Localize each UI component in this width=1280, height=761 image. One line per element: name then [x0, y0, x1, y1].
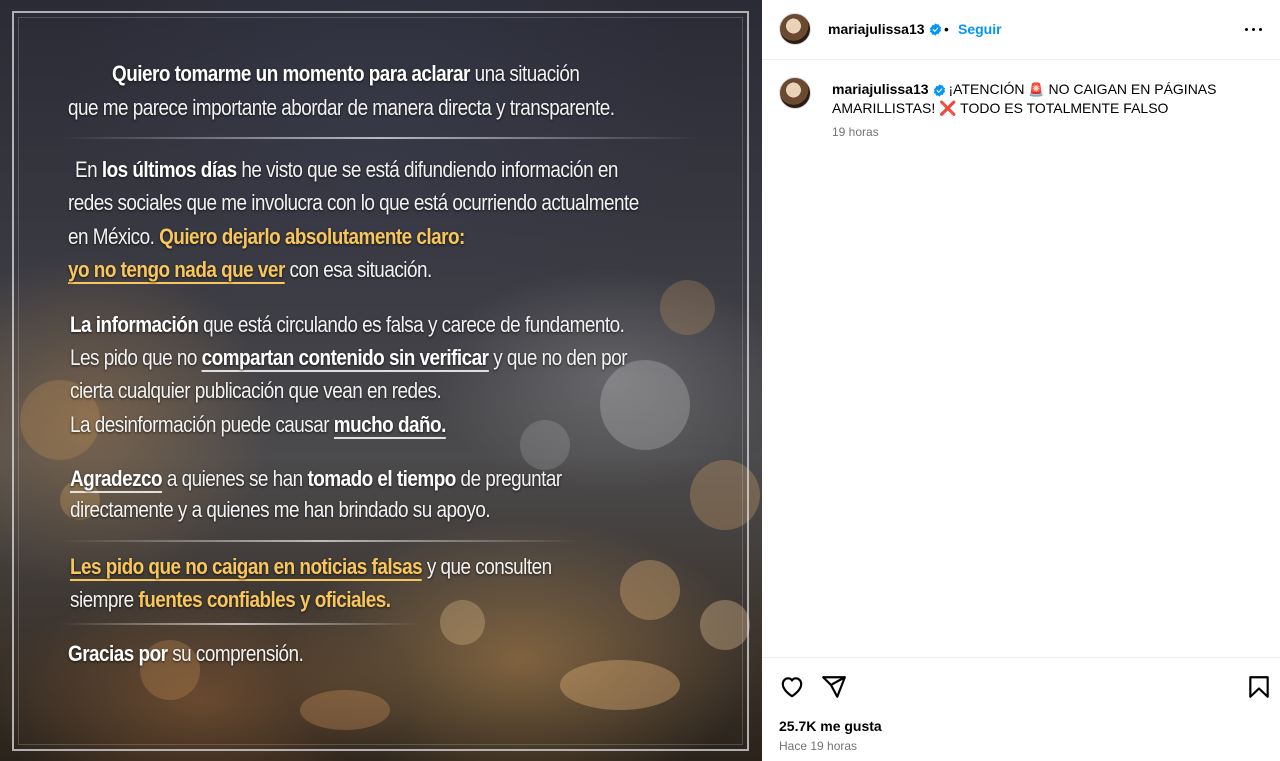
- header-username[interactable]: mariajulissa13: [828, 21, 925, 37]
- post-header: mariajulissa13 • Seguir: [762, 0, 1280, 60]
- text-highlight: Quiero dejarlo absolutamente claro:: [159, 224, 465, 249]
- text-regular: en México.: [68, 224, 160, 249]
- image-text-line: Gracias por su comprensión.: [68, 638, 304, 671]
- text-regular: La desinformación puede causar: [70, 412, 334, 437]
- text-regular: y que consulten: [422, 554, 552, 579]
- text-highlight: Les pido que no caigan en noticias falsa…: [70, 554, 423, 581]
- verified-badge-icon: [929, 23, 942, 36]
- siren-emoji-icon: 🚨: [1028, 82, 1045, 97]
- text-regular: que está circulando es falsa y carece de…: [198, 312, 625, 337]
- text-regular: que me parece importante abordar de mane…: [68, 95, 615, 120]
- caption-text: TODO ES TOTALMENTE FALSO: [956, 100, 1169, 116]
- text-bold: Quiero tomarme un momento para aclarar: [112, 61, 470, 86]
- like-count[interactable]: 25.7K me gusta: [779, 718, 882, 734]
- more-horizontal-icon[interactable]: [1242, 19, 1266, 39]
- image-text-line: que me parece importante abordar de mane…: [68, 92, 615, 125]
- text-bold: Agradezco: [70, 466, 163, 493]
- caption-avatar[interactable]: [779, 77, 811, 109]
- image-text-line: La información que está circulando es fa…: [70, 309, 625, 342]
- follow-button[interactable]: Seguir: [958, 21, 1002, 37]
- post-image[interactable]: Quiero tomarme un momento para aclarar u…: [0, 0, 762, 761]
- text-regular: En: [75, 157, 102, 182]
- post-sidebar: mariajulissa13 • Seguir mariajulissa13 ¡…: [762, 0, 1280, 761]
- header-user: mariajulissa13: [828, 21, 942, 39]
- text-regular: directamente y a quienes me han brindado…: [70, 497, 491, 522]
- text-highlight: yo no tengo nada que ver: [68, 257, 285, 284]
- image-text-line: En los últimos días he visto que se está…: [75, 154, 618, 187]
- text-bold: compartan contenido sin verificar: [201, 345, 489, 372]
- image-text-line: siempre fuentes confiables y oficiales.: [70, 584, 391, 617]
- text-bold: por: [133, 641, 168, 666]
- post-caption: mariajulissa13 ¡ATENCIÓN 🚨 NO CAIGAN EN …: [832, 80, 1252, 118]
- caption-username[interactable]: mariajulissa13: [832, 81, 929, 97]
- text-bold: los últimos días: [101, 157, 237, 182]
- bookmark-icon[interactable]: [1246, 674, 1272, 700]
- cross-mark-emoji-icon: ❌: [939, 100, 957, 116]
- text-regular: a quienes se han: [162, 466, 308, 491]
- image-text-line: redes sociales que me involucra con lo q…: [68, 187, 639, 220]
- text-regular: una situación: [469, 61, 580, 86]
- avatar[interactable]: [779, 13, 811, 45]
- divider: [60, 623, 420, 625]
- image-text-line: Les pido que no caigan en noticias falsa…: [70, 551, 552, 584]
- text-bold: tomado el tiempo: [307, 466, 456, 491]
- heart-icon[interactable]: [779, 674, 805, 700]
- text-highlight: fuentes confiables y oficiales.: [138, 587, 391, 612]
- text-bold: Gracias: [68, 641, 134, 666]
- text-regular: y que no den por: [488, 345, 627, 370]
- text-regular: Les pido que no: [70, 345, 202, 370]
- text-bold: La información: [70, 312, 199, 337]
- image-text-line: en México. Quiero dejarlo absolutamente …: [68, 221, 465, 254]
- verified-badge-icon: [933, 84, 945, 97]
- image-text-line: La desinformación puede causar mucho dañ…: [70, 409, 446, 442]
- text-regular: redes sociales que me involucra con lo q…: [68, 190, 639, 215]
- image-text-line: directamente y a quienes me han brindado…: [70, 494, 491, 527]
- post-time-ago[interactable]: Hace 19 horas: [779, 739, 857, 753]
- text-regular: con esa situación.: [284, 257, 433, 282]
- image-text-line: Les pido que no compartan contenido sin …: [70, 342, 628, 375]
- text-regular: de preguntar: [455, 466, 563, 491]
- caption-timestamp[interactable]: 19 horas: [832, 125, 879, 139]
- text-regular: cierta cualquier publicación que vean en…: [70, 378, 442, 403]
- image-text-line: yo no tengo nada que ver con esa situaci…: [68, 254, 432, 287]
- image-text-line: Agradezco a quienes se han tomado el tie…: [70, 463, 562, 496]
- caption-text: ¡ATENCIÓN: [948, 81, 1029, 97]
- text-bold: mucho daño.: [333, 412, 446, 439]
- text-regular: siempre: [70, 587, 139, 612]
- separator-dot: •: [944, 21, 949, 37]
- image-text-line: cierta cualquier publicación que vean en…: [70, 375, 442, 408]
- image-text-line: Quiero tomarme un momento para aclarar u…: [112, 58, 580, 91]
- post-actions: 25.7K me gusta Hace 19 horas: [762, 657, 1280, 761]
- divider: [60, 137, 700, 139]
- send-icon[interactable]: [821, 674, 847, 700]
- text-regular: he visto que se está difundiendo informa…: [236, 157, 618, 182]
- text-regular: su comprensión.: [167, 641, 304, 666]
- divider: [60, 540, 580, 542]
